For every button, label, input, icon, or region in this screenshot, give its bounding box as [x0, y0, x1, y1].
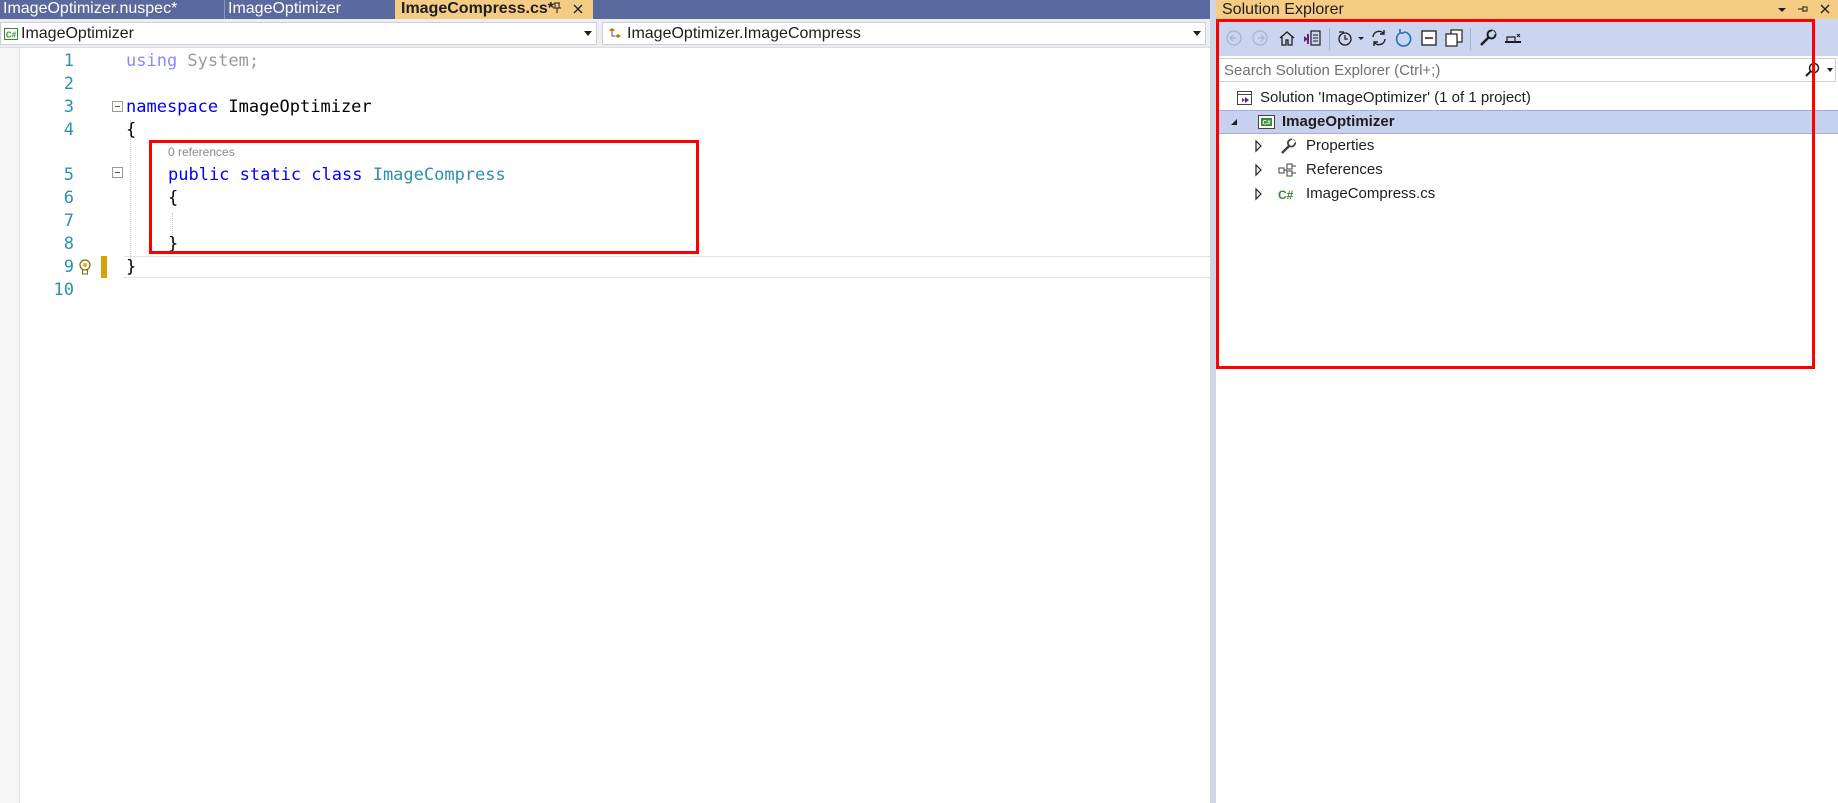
toolbar-separator	[1329, 28, 1330, 50]
tab-imagecompress[interactable]: ImageCompress.cs*	[395, 0, 593, 19]
solution-explorer-title-bar: Solution Explorer	[1216, 0, 1838, 19]
home-icon[interactable]	[1277, 28, 1299, 50]
references-icon	[1278, 162, 1296, 178]
tree-item-label: Solution 'ImageOptimizer' (1 of 1 projec…	[1260, 89, 1531, 106]
tree-item-project[interactable]: C# ImageOptimizer	[1216, 110, 1838, 134]
tree-item-label: ImageOptimizer	[1282, 113, 1395, 130]
tab-imageoptimizer[interactable]: ImageOptimizer	[225, 0, 395, 19]
type-combo[interactable]: ImageOptimizer.ImageCompress	[602, 22, 1206, 45]
search-input[interactable]	[1219, 59, 1799, 81]
expand-arrow-icon[interactable]	[1252, 182, 1266, 206]
svg-text:C#: C#	[1278, 188, 1294, 202]
svg-text:C#: C#	[1262, 120, 1271, 127]
back-icon[interactable]	[1224, 28, 1246, 50]
pending-changes-icon[interactable]	[1336, 28, 1366, 50]
csharp-project-icon: C#	[1258, 114, 1275, 130]
tree-item-label: References	[1306, 161, 1383, 178]
tab-label: ImageCompress.cs*	[401, 0, 554, 17]
code-line-4: {	[126, 120, 137, 140]
code-editor[interactable]: 1 2 3 4 5 6 7 8 9 10 using System; names…	[0, 48, 1210, 803]
project-combo[interactable]: C# ImageOptimizer	[0, 22, 597, 45]
code-line-5: public static class ImageCompress	[168, 165, 506, 185]
code-keyword: namespace	[126, 97, 219, 117]
expand-arrow-icon[interactable]	[1252, 158, 1266, 182]
expand-arrow-icon[interactable]	[1252, 134, 1266, 158]
code-line-1: using System;	[126, 51, 259, 71]
close-icon[interactable]	[570, 0, 586, 19]
document-tab-bar: ImageOptimizer.nuspec* ImageOptimizer Im…	[0, 0, 1210, 19]
chevron-down-icon	[1193, 31, 1201, 36]
collapse-namespace-button[interactable]	[112, 101, 123, 112]
switch-views-icon[interactable]	[1302, 28, 1324, 50]
code-keyword: public static class	[168, 165, 363, 185]
tree-item-properties[interactable]: Properties	[1216, 134, 1838, 158]
code-keyword: using	[126, 51, 178, 71]
properties-icon[interactable]	[1478, 28, 1500, 50]
pin-icon[interactable]	[549, 0, 565, 19]
codelens-references[interactable]: 0 references	[168, 145, 235, 159]
code-text: ImageOptimizer	[218, 97, 372, 117]
code-line-9: }	[126, 257, 137, 277]
tree-item-solution[interactable]: Solution 'ImageOptimizer' (1 of 1 projec…	[1216, 86, 1838, 110]
solution-explorer-search[interactable]	[1218, 58, 1836, 82]
line-number: 2	[63, 74, 74, 94]
current-line-highlight	[124, 256, 1210, 278]
tab-nuspec[interactable]: ImageOptimizer.nuspec*	[0, 0, 188, 19]
code-line-3: namespace ImageOptimizer	[126, 97, 372, 117]
indent-guide	[130, 120, 131, 270]
tree-item-imagecompress-cs[interactable]: C# ImageCompress.cs	[1216, 182, 1838, 206]
csharp-project-icon: C#	[4, 26, 18, 40]
forward-icon[interactable]	[1250, 28, 1272, 50]
line-number: 9	[63, 257, 74, 277]
navigation-bar: C# ImageOptimizer ImageOptimizer.ImageCo…	[0, 19, 1210, 48]
code-line-6: {	[168, 188, 179, 208]
refresh-icon[interactable]	[1394, 28, 1416, 50]
auto-hide-icon[interactable]	[1794, 0, 1812, 19]
toolbar-separator	[1470, 28, 1471, 50]
type-combo-label: ImageOptimizer.ImageCompress	[627, 25, 861, 42]
solution-explorer-toolbar	[1216, 19, 1838, 56]
line-number: 10	[53, 280, 74, 300]
tree-item-label: Properties	[1306, 137, 1375, 154]
code-text: System;	[177, 51, 260, 71]
line-number: 5	[63, 165, 74, 185]
class-icon	[607, 26, 621, 40]
code-type-name: ImageCompress	[362, 165, 506, 185]
collapse-all-icon[interactable]	[1419, 28, 1441, 50]
close-icon[interactable]	[1816, 0, 1834, 19]
tree-item-references[interactable]: References	[1216, 158, 1838, 182]
collapse-class-button[interactable]	[112, 167, 123, 178]
editor-margin	[0, 48, 20, 803]
line-number: 1	[63, 51, 74, 71]
code-line-8: }	[168, 234, 179, 254]
project-combo-label: ImageOptimizer	[21, 25, 134, 42]
line-number: 3	[63, 97, 74, 117]
change-tracking-bar	[101, 256, 107, 278]
sync-icon[interactable]	[1369, 28, 1391, 50]
search-icon[interactable]	[1805, 62, 1821, 78]
solution-explorer: Solution Explorer Search Solution Explor…	[1216, 0, 1838, 803]
svg-text:C#: C#	[6, 31, 17, 40]
window-position-icon[interactable]	[1774, 0, 1790, 19]
collapse-arrow-icon[interactable]	[1228, 111, 1242, 135]
line-number: 4	[63, 120, 74, 140]
line-number: 6	[63, 188, 74, 208]
preview-icon[interactable]	[1503, 28, 1525, 50]
show-all-files-icon[interactable]	[1444, 28, 1466, 50]
solution-icon	[1236, 90, 1253, 106]
csharp-file-icon: C#	[1278, 186, 1295, 202]
tab-label: ImageOptimizer	[228, 0, 341, 17]
panel-title: Solution Explorer	[1222, 1, 1344, 18]
wrench-icon	[1280, 138, 1297, 154]
line-number: 7	[63, 211, 74, 231]
lightbulb-icon[interactable]	[76, 258, 94, 276]
chevron-down-icon	[584, 31, 592, 36]
tab-label: ImageOptimizer.nuspec*	[3, 0, 178, 17]
chevron-down-icon[interactable]	[1827, 68, 1833, 72]
visual-studio-window: ImageOptimizer.nuspec* ImageOptimizer Im…	[0, 0, 1838, 803]
solution-tree: Solution 'ImageOptimizer' (1 of 1 projec…	[1216, 86, 1838, 803]
tree-item-label: ImageCompress.cs	[1306, 185, 1436, 202]
line-number: 8	[63, 234, 74, 254]
